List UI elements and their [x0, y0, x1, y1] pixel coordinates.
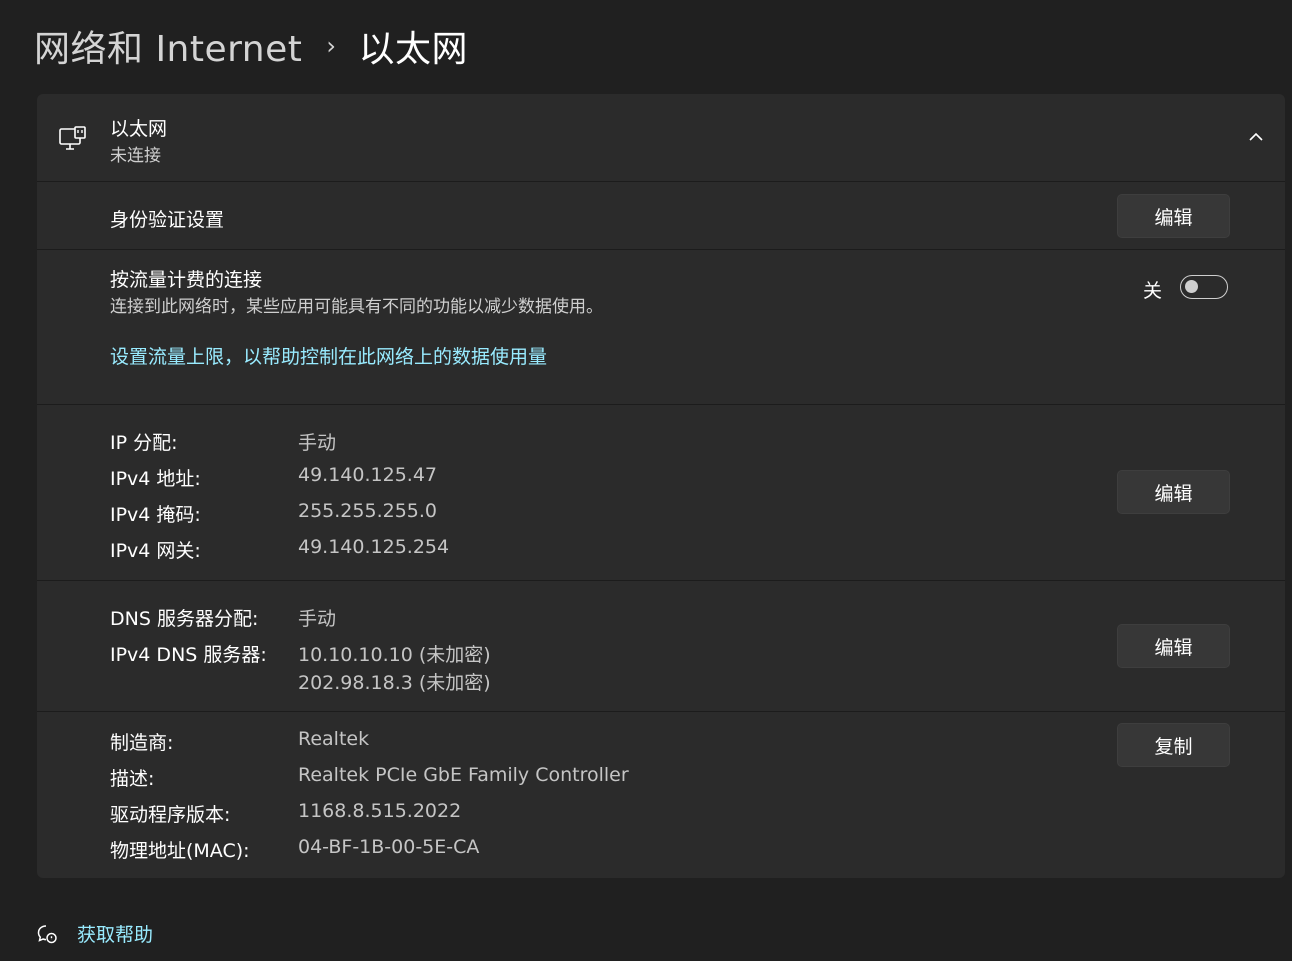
chevron-up-icon[interactable]	[1247, 128, 1265, 146]
metered-connection-row: 按流量计费的连接 连接到此网络时，某些应用可能具有不同的功能以减少数据使用。 设…	[37, 249, 1285, 405]
adapter-header[interactable]: 以太网 未连接	[37, 94, 1285, 181]
dns-settings-row: DNS 服务器分配: 手动 IPv4 DNS 服务器: 10.10.10.10 …	[37, 580, 1285, 712]
ip-edit-button[interactable]: 编辑	[1117, 470, 1230, 514]
page-title: 以太网	[358, 29, 469, 70]
data-limit-link[interactable]: 设置流量上限，以帮助控制在此网络上的数据使用量	[110, 342, 547, 369]
mac-address-value: 04-BF-1B-00-5E-CA	[298, 836, 480, 858]
get-help-label[interactable]: 获取帮助	[77, 920, 153, 947]
breadcrumb-chevron-icon: ›	[326, 32, 337, 60]
description-key: 描述:	[110, 768, 155, 790]
ipv4-dns-server-2: 202.98.18.3 (未加密)	[298, 672, 491, 694]
ipv4-mask-value: 255.255.255.0	[298, 500, 438, 522]
metered-toggle-state: 关	[1143, 280, 1163, 302]
ip-settings-row: IP 分配: 手动 IPv4 地址: 49.140.125.47 IPv4 掩码…	[37, 404, 1285, 581]
mac-address-key: 物理地址(MAC):	[110, 840, 250, 862]
manufacturer-key: 制造商:	[110, 732, 174, 754]
description-value: Realtek PCIe GbE Family Controller	[298, 764, 629, 786]
get-help-link[interactable]: 获取帮助	[36, 920, 153, 947]
ip-assignment-key: IP 分配:	[110, 432, 178, 454]
driver-version-key: 驱动程序版本:	[110, 804, 231, 826]
ipv4-gateway-value: 49.140.125.254	[298, 536, 450, 558]
help-chat-icon	[37, 924, 57, 943]
adapter-name: 以太网	[110, 118, 168, 140]
manufacturer-value: Realtek	[298, 728, 370, 750]
ipv4-dns-servers-key: IPv4 DNS 服务器:	[110, 644, 267, 666]
metered-connection-label: 按流量计费的连接	[110, 269, 263, 291]
ethernet-settings-card: 以太网 未连接 身份验证设置 编辑 按流量计费的连接 连接到此网络时，某些应用可…	[37, 94, 1285, 878]
metered-connection-toggle[interactable]	[1180, 275, 1228, 299]
dns-assignment-key: DNS 服务器分配:	[110, 608, 259, 630]
adapter-status: 未连接	[110, 146, 161, 166]
ipv4-dns-server-1: 10.10.10.10 (未加密)	[298, 644, 491, 666]
dns-edit-button[interactable]: 编辑	[1117, 624, 1230, 668]
hardware-properties-row: 制造商: Realtek 描述: Realtek PCIe GbE Family…	[37, 711, 1285, 878]
ipv4-address-key: IPv4 地址:	[110, 468, 201, 490]
ip-assignment-value: 手动	[298, 432, 337, 454]
auth-edit-button[interactable]: 编辑	[1117, 194, 1230, 238]
auth-settings-row: 身份验证设置 编辑	[37, 181, 1285, 250]
toggle-knob	[1185, 280, 1198, 293]
breadcrumb-parent[interactable]: 网络和 Internet	[34, 20, 302, 72]
auth-settings-label: 身份验证设置	[110, 209, 225, 231]
copy-button[interactable]: 复制	[1117, 723, 1230, 767]
ethernet-monitor-icon	[59, 126, 86, 150]
breadcrumb: 网络和 Internet › 以太网	[34, 22, 468, 70]
driver-version-value: 1168.8.515.2022	[298, 800, 462, 822]
ipv4-address-value: 49.140.125.47	[298, 464, 438, 486]
ipv4-mask-key: IPv4 掩码:	[110, 504, 201, 526]
dns-assignment-value: 手动	[298, 608, 337, 630]
ipv4-gateway-key: IPv4 网关:	[110, 540, 201, 562]
metered-connection-description: 连接到此网络时，某些应用可能具有不同的功能以减少数据使用。	[110, 297, 603, 317]
